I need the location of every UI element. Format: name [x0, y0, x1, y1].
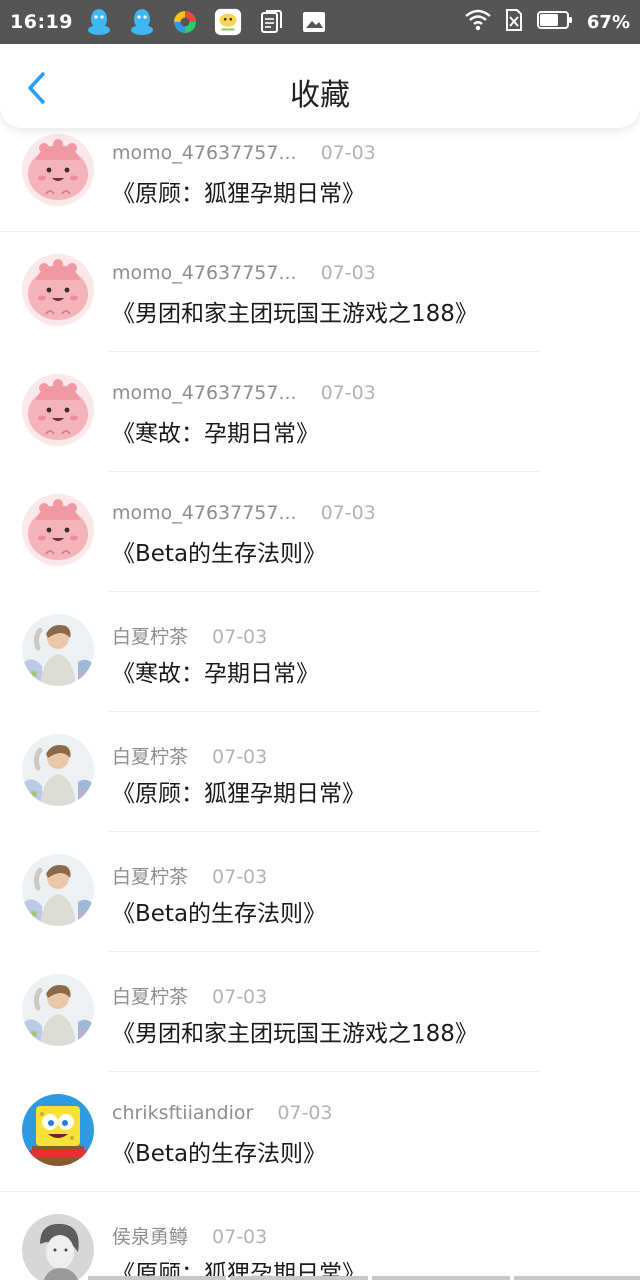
username: momo_47637757... [112, 262, 297, 284]
username: 白夏柠茶 [112, 986, 189, 1008]
avatar[interactable] [22, 254, 94, 326]
item-date: 07-03 [212, 866, 268, 888]
list-item[interactable]: momo_47637757... 07-03 《寒故：孕期日常》 [0, 352, 640, 472]
username: 白夏柠茶 [112, 746, 189, 768]
battery-percentage: 67% [586, 11, 630, 33]
item-meta: 白夏柠茶 07-03 [112, 862, 267, 889]
username: 侯泉勇鳟 [112, 1226, 189, 1248]
avatar[interactable] [22, 974, 94, 1046]
system-icons: 67% [465, 8, 630, 36]
username: momo_47637757... [112, 502, 297, 524]
avatar[interactable] [22, 734, 94, 806]
item-meta: 白夏柠茶 07-03 [112, 982, 267, 1009]
item-date: 07-03 [212, 986, 268, 1008]
item-title: 《Beta的生存法则》 [112, 1141, 327, 1167]
avatar[interactable] [22, 1094, 94, 1166]
wifi-icon [465, 9, 491, 35]
notification-icons [85, 8, 328, 36]
qq-icon [128, 8, 156, 36]
item-date: 07-03 [212, 1226, 268, 1248]
item-date: 07-03 [277, 1102, 333, 1124]
status-bar: 16:19 67% [0, 0, 640, 44]
item-title: 《原顾：狐狸孕期日常》 [112, 781, 365, 807]
list-item[interactable]: 白夏柠茶 07-03 《原顾：狐狸孕期日常》 [0, 712, 640, 832]
item-title: 《原顾：狐狸孕期日常》 [112, 181, 365, 207]
qq-icon [85, 8, 113, 36]
item-meta: chriksftiiandior 07-03 [112, 1102, 333, 1124]
item-date: 07-03 [320, 502, 376, 524]
username: chriksftiiandior [112, 1102, 254, 1124]
item-meta: momo_47637757... 07-03 [112, 262, 376, 284]
item-meta: 白夏柠茶 07-03 [112, 622, 267, 649]
avatar[interactable] [22, 134, 94, 206]
item-title: 《寒故：孕期日常》 [112, 661, 319, 687]
item-meta: 侯泉勇鳟 07-03 [112, 1222, 267, 1249]
favorites-list: momo_47637757... 07-03 《原顾：狐狸孕期日常》 momo_47… [0, 112, 640, 1280]
item-date: 07-03 [212, 746, 268, 768]
avatar[interactable] [22, 494, 94, 566]
item-date: 07-03 [320, 142, 376, 164]
avatar[interactable] [22, 854, 94, 926]
username: 白夏柠茶 [112, 626, 189, 648]
page-title: 收藏 [290, 78, 350, 113]
item-title: 《男团和家主团玩国王游戏之188》 [112, 1021, 478, 1047]
item-date: 07-03 [212, 626, 268, 648]
bottom-scroll-hint [88, 1276, 640, 1280]
username: 白夏柠茶 [112, 866, 189, 888]
list-item[interactable]: 白夏柠茶 07-03 《Beta的生存法则》 [0, 832, 640, 952]
chat-app-icon [214, 8, 242, 36]
list-item[interactable]: momo_47637757... 07-03 《原顾：狐狸孕期日常》 [0, 112, 640, 232]
item-meta: momo_47637757... 07-03 [112, 142, 376, 164]
list-item[interactable]: 白夏柠茶 07-03 《男团和家主团玩国王游戏之188》 [0, 952, 640, 1072]
item-title: 《男团和家主团玩国王游戏之188》 [112, 301, 478, 327]
list-item[interactable]: chriksftiiandior 07-03 《Beta的生存法则》 [0, 1072, 640, 1192]
item-date: 07-03 [320, 382, 376, 404]
item-date: 07-03 [320, 262, 376, 284]
item-meta: momo_47637757... 07-03 [112, 502, 376, 524]
avatar[interactable] [22, 614, 94, 686]
item-meta: 白夏柠茶 07-03 [112, 742, 267, 769]
list-item[interactable]: momo_47637757... 07-03 《男团和家主团玩国王游戏之188》 [0, 232, 640, 352]
item-meta: momo_47637757... 07-03 [112, 382, 376, 404]
item-title: 《Beta的生存法则》 [112, 541, 327, 567]
app-icon [171, 8, 199, 36]
list-item[interactable]: momo_47637757... 07-03 《Beta的生存法则》 [0, 472, 640, 592]
status-time: 16:19 [10, 11, 73, 33]
list-item[interactable]: 侯泉勇鳟 07-03 《原顾：狐狸孕期日常》 [0, 1192, 640, 1280]
avatar[interactable] [22, 1214, 94, 1280]
username: momo_47637757... [112, 382, 297, 404]
gallery-icon [300, 8, 328, 36]
username: momo_47637757... [112, 142, 297, 164]
item-title: 《Beta的生存法则》 [112, 901, 327, 927]
navigation-header: 收藏 [0, 44, 640, 128]
item-title: 《寒故：孕期日常》 [112, 421, 319, 447]
no-sim-icon [505, 8, 523, 36]
battery-icon [536, 10, 573, 34]
list-item[interactable]: 白夏柠茶 07-03 《寒故：孕期日常》 [0, 592, 640, 712]
avatar[interactable] [22, 374, 94, 446]
document-icon [257, 8, 285, 36]
